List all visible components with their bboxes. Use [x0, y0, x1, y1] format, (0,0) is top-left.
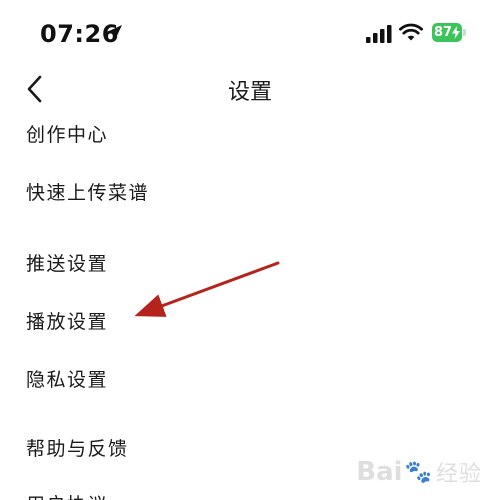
wifi-icon	[399, 23, 423, 41]
back-button[interactable]	[20, 72, 52, 106]
menu-item-help-feedback[interactable]: 帮助与反馈	[26, 434, 129, 461]
watermark-sub: 经验	[435, 462, 482, 487]
baidu-jingyan-watermark: Bai 🐾 经验	[356, 452, 482, 492]
settings-screen: 07:26 87 设置 创作中心 快速上传菜谱 推送设置 播放设置 隐私设置 帮…	[0, 0, 500, 500]
chevron-left-icon	[27, 75, 42, 103]
status-bar: 07:26 87	[0, 0, 500, 62]
bolt-icon	[452, 26, 460, 39]
menu-item-quick-upload-recipe[interactable]: 快速上传菜谱	[26, 178, 149, 205]
location-arrow-icon	[106, 25, 122, 41]
cellular-signal-icon	[366, 25, 392, 43]
menu-item-creation-center[interactable]: 创作中心	[26, 120, 108, 147]
battery-level: 87	[433, 25, 453, 40]
page-title: 设置	[227, 80, 272, 105]
watermark-brand: Bai	[356, 457, 403, 487]
menu-item-privacy-settings[interactable]: 隐私设置	[26, 365, 108, 392]
menu-item-push-settings[interactable]: 推送设置	[26, 249, 108, 276]
paw-icon: 🐾	[404, 459, 432, 485]
menu-item-user-agreement[interactable]: 用户协议	[26, 490, 108, 500]
battery-tip	[463, 29, 466, 36]
menu-item-playback-settings[interactable]: 播放设置	[26, 307, 108, 334]
battery-charging-icon: 87	[432, 23, 462, 42]
